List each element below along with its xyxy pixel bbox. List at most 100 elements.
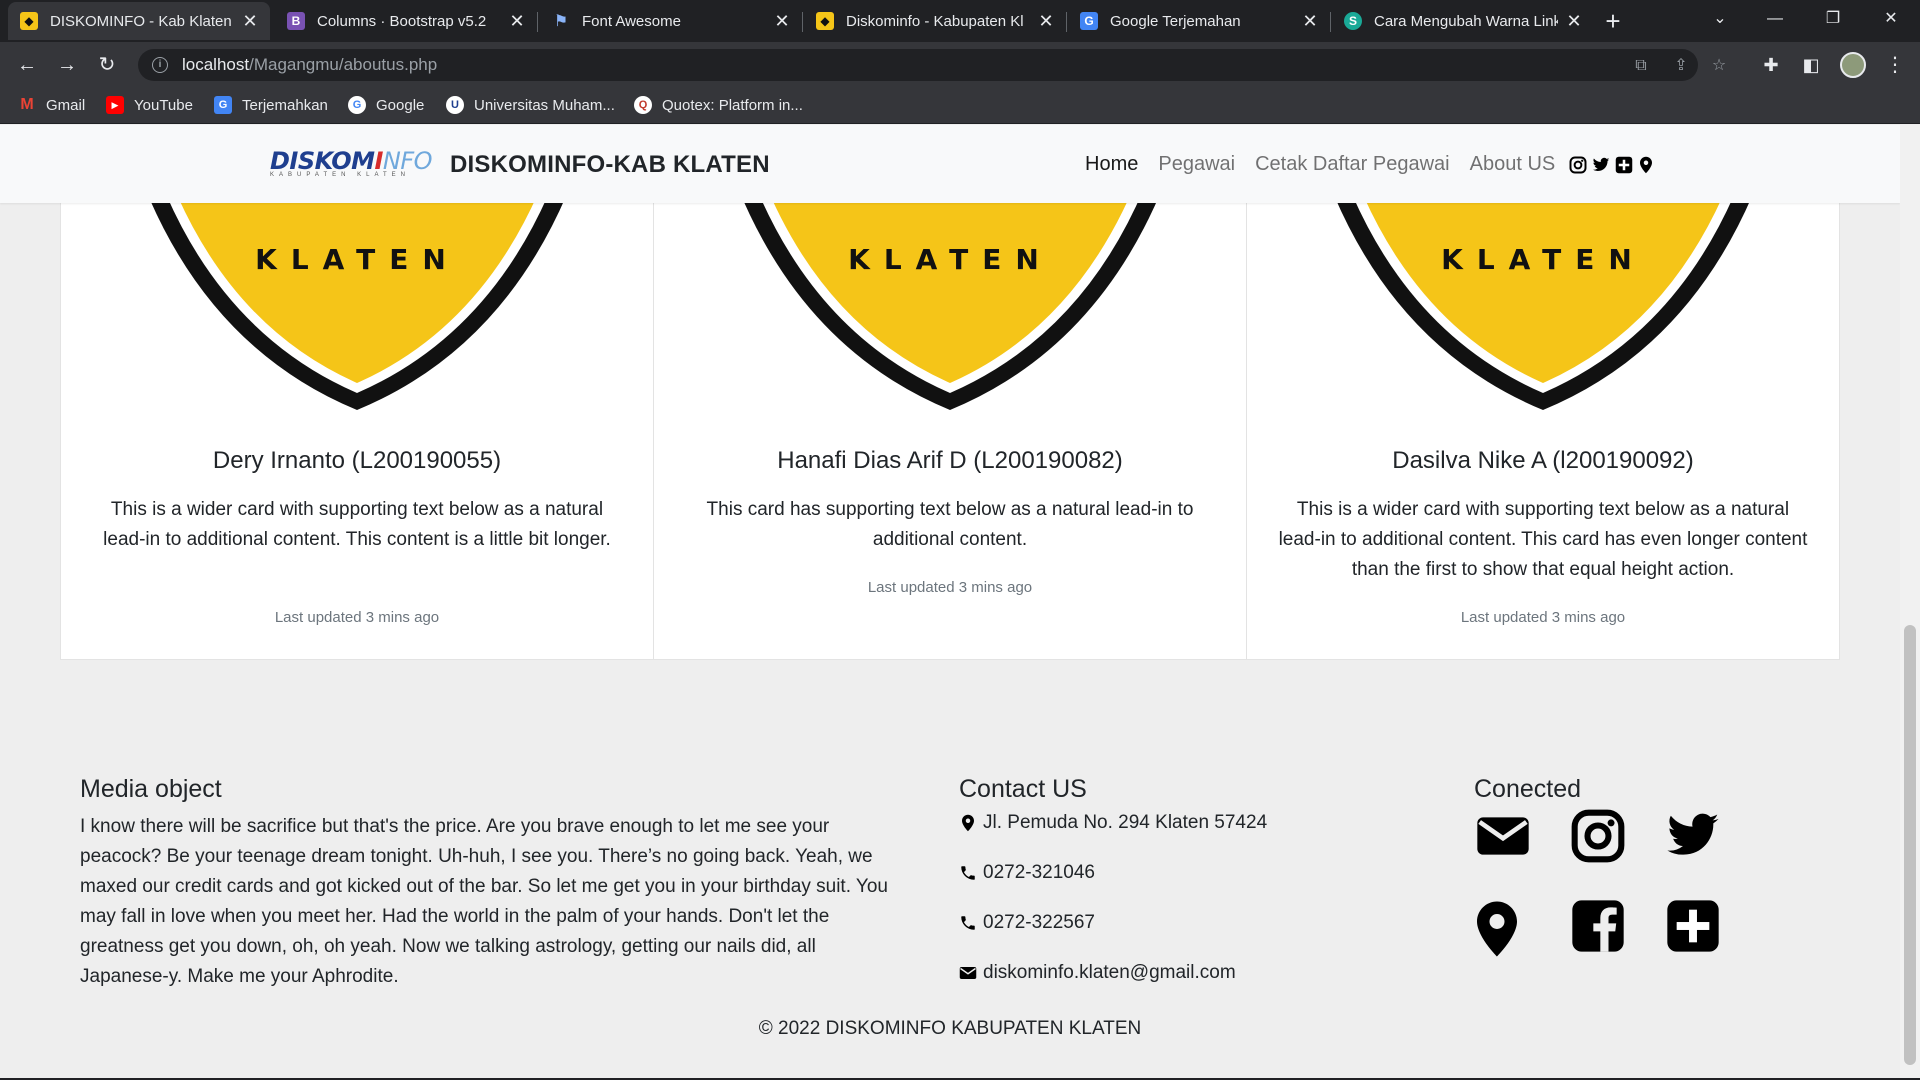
browser-tab[interactable]: B Columns · Bootstrap v5.2 ✕	[275, 2, 537, 40]
side-panel-icon[interactable]: ◧	[1796, 50, 1826, 80]
card-text: This card has supporting text below as a…	[706, 499, 1194, 550]
extensions-icon[interactable]: ✚	[1756, 50, 1786, 80]
card-title: Hanafi Dias Arif D (L200190082)	[777, 447, 1123, 474]
instagram-icon[interactable]	[1568, 808, 1628, 864]
logo-text: DISKOM	[270, 147, 375, 175]
bookmark-university[interactable]: U Universitas Muham...	[446, 96, 615, 114]
close-tab-icon[interactable]: ✕	[1038, 11, 1054, 32]
tab-search-icon[interactable]: ⌄	[1705, 4, 1735, 34]
page-viewport: KLATEN Dery Irnanto (L200190055) This is…	[0, 125, 1900, 1078]
close-tab-icon[interactable]: ✕	[242, 11, 258, 32]
address-bar[interactable]: i localhost/Magangmu/aboutus.php ⧉ ⇪ ☆	[138, 49, 1726, 81]
nav-link-about-us[interactable]: About US	[1470, 153, 1556, 176]
bookmark-gmail[interactable]: M Gmail	[18, 96, 85, 114]
phone-text: 0272-322567	[983, 912, 1095, 933]
phone-text: 0272-321046	[983, 862, 1095, 883]
tab-title: Google Terjemahan	[1110, 12, 1241, 30]
bookmark-terjemahkan[interactable]: G Terjemahkan	[214, 96, 328, 114]
site-footer: Media object I know there will be sacrif…	[0, 660, 1900, 1078]
contact-phone: 0272-322567	[959, 912, 1095, 934]
plus-square-icon[interactable]	[1663, 898, 1723, 954]
new-tab-button[interactable]: +	[1598, 6, 1628, 36]
plus-square-icon[interactable]	[1615, 156, 1633, 174]
browser-tab[interactable]: ⚑ Font Awesome ✕	[540, 2, 802, 40]
map-marker-icon[interactable]	[1467, 898, 1527, 960]
nav-link-home[interactable]: Home	[1085, 153, 1138, 176]
envelope-icon	[959, 964, 977, 982]
close-window-icon[interactable]: ✕	[1876, 4, 1906, 34]
bookmark-label: Universitas Muham...	[474, 96, 615, 114]
google-translate-icon: G	[1080, 12, 1098, 30]
browser-tab[interactable]: G Google Terjemahan ✕	[1068, 2, 1330, 40]
card-group: KLATEN Dery Irnanto (L200190055) This is…	[60, 125, 1840, 660]
browser-tab[interactable]: ◆ Diskominfo - Kabupaten Kl ✕	[804, 2, 1066, 40]
media-object-title: Media object	[80, 775, 222, 803]
restore-icon[interactable]: ❐	[1818, 4, 1848, 34]
card-footer: Last updated 3 mins ago	[1460, 609, 1626, 626]
browser-tab-active[interactable]: ◆ DISKOMINFO - Kab Klaten ✕	[8, 2, 270, 40]
instagram-icon[interactable]	[1569, 156, 1587, 174]
google-icon: G	[348, 96, 366, 114]
tab-title: DISKOMINFO - Kab Klaten	[50, 12, 232, 30]
nav-link-pegawai[interactable]: Pegawai	[1158, 153, 1235, 176]
forward-icon[interactable]: →	[52, 50, 82, 80]
member-card: KLATEN Dery Irnanto (L200190055) This is…	[61, 125, 654, 659]
envelope-icon[interactable]	[1473, 808, 1533, 864]
back-icon[interactable]: ←	[12, 50, 42, 80]
brand-name[interactable]: DISKOMINFO-KAB KLATEN	[450, 151, 770, 179]
facebook-icon[interactable]	[1568, 898, 1628, 954]
bookmark-quotex[interactable]: Q Quotex: Platform in...	[634, 96, 803, 114]
emblem-banner-text: KLATEN	[1441, 243, 1646, 276]
avatar[interactable]	[1838, 50, 1868, 80]
share-icon[interactable]: ⇪	[1670, 56, 1692, 76]
card-text: This is a wider card with supporting tex…	[103, 499, 611, 550]
card-text: This is a wider card with supporting tex…	[1278, 499, 1808, 580]
logo-text: NFO	[382, 147, 433, 175]
nav-link-cetak-daftar-pegawai[interactable]: Cetak Daftar Pegawai	[1255, 153, 1450, 176]
site-navbar: DISKOMINFO KABUPATEN KLATEN DISKOMINFO-K…	[0, 125, 1900, 203]
tab-separator	[537, 12, 538, 32]
klaten-emblem-icon: ◆	[20, 12, 38, 30]
page-scrollbar[interactable]	[1900, 125, 1920, 1078]
bookmark-google[interactable]: G Google	[348, 96, 424, 114]
font-awesome-flag-icon: ⚑	[553, 13, 569, 30]
site-info-icon[interactable]: i	[152, 57, 168, 73]
logo-text: I	[374, 147, 383, 175]
reload-icon[interactable]: ↻	[92, 50, 122, 80]
bookmark-label: YouTube	[134, 96, 193, 114]
scrollbar-thumb[interactable]	[1904, 625, 1916, 1065]
nav-menu: Home Pegawai Cetak Daftar Pegawai About …	[1085, 153, 1659, 176]
bookmark-label: Terjemahkan	[242, 96, 328, 114]
menu-kebab-icon[interactable]: ⋮	[1880, 50, 1910, 80]
diskominfo-logo[interactable]: DISKOMINFO KABUPATEN KLATEN	[270, 147, 433, 187]
close-tab-icon[interactable]: ✕	[509, 11, 525, 32]
map-marker-icon[interactable]	[1637, 156, 1655, 174]
close-tab-icon[interactable]: ✕	[774, 11, 790, 32]
browser-toolbar: ← → ↻ i localhost/Magangmu/aboutus.php ⧉…	[0, 42, 1920, 88]
bookmark-star-icon[interactable]: ☆	[1708, 56, 1730, 76]
browser-tab[interactable]: S Cara Mengubah Warna Link ✕	[1332, 2, 1594, 40]
s-logo-icon: S	[1344, 12, 1362, 30]
member-card: KLATEN Dasilva Nike A (l200190092) This …	[1247, 125, 1839, 659]
contact-email: diskominfo.klaten@gmail.com	[959, 962, 1236, 984]
contact-phone: 0272-321046	[959, 862, 1095, 884]
youtube-icon: ▶	[106, 96, 124, 114]
twitter-icon[interactable]	[1663, 808, 1723, 864]
twitter-icon[interactable]	[1591, 156, 1611, 174]
phone-icon	[959, 914, 977, 932]
nav-social-icons	[1569, 156, 1659, 174]
url-host: localhost	[182, 55, 250, 74]
close-tab-icon[interactable]: ✕	[1302, 11, 1318, 32]
translate-page-icon[interactable]: ⧉	[1630, 56, 1652, 76]
bookmark-label: Google	[376, 96, 425, 114]
logo-subtext: KABUPATEN KLATEN	[270, 172, 411, 178]
tab-title: Cara Mengubah Warna Link	[1374, 12, 1558, 30]
bookmark-label: Quotex: Platform in...	[662, 96, 803, 114]
address-text: Jl. Pemuda No. 294 Klaten 57424	[983, 812, 1268, 833]
bookmark-youtube[interactable]: ▶ YouTube	[106, 96, 193, 114]
connected-title: Conected	[1474, 775, 1582, 803]
close-tab-icon[interactable]: ✕	[1566, 11, 1582, 32]
minimize-icon[interactable]: —	[1760, 4, 1790, 34]
url-path: /Magangmu/aboutus.php	[249, 55, 438, 74]
translate-icon: G	[214, 96, 232, 114]
